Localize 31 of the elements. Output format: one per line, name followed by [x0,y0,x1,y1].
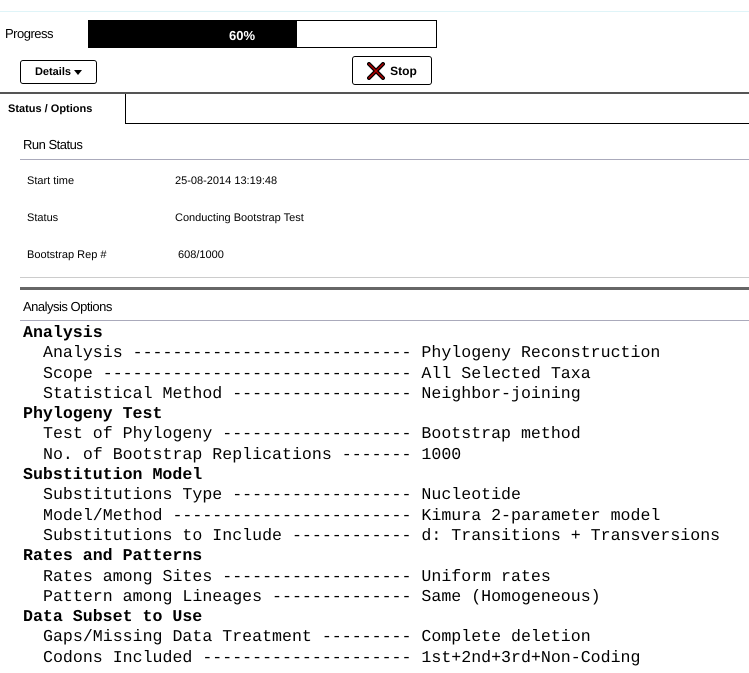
option-line: Codons Included --------------------- 1st+2nd+3rd+Non-Coding [42,648,640,668]
option-line: Test of Phylogeny ------------------- Bootstrap method [42,424,581,445]
status-label: Bootstrap Rep # [27,248,108,263]
status-label: Status [27,210,60,226]
caret-icon [74,70,82,74]
option-line: Rates among Sites ------------------- Uniform rates [42,566,551,587]
status-value: 25-08-2014 13:19:48 [175,174,278,189]
option-line: Statistical Method ------------------ Neighbor-joining [42,384,581,404]
group-heading: Rates and Patterns [23,546,202,567]
option-line: Pattern among Lineages -------------- Same (Homogeneous) [42,586,601,608]
option-line: Gaps/Missing Data Treatment --------- Complete deletion [42,627,591,648]
option-line: Substitutions Type ------------------ Nucleotide [42,485,521,506]
option-line: Substitutions to Include ------------ d: Transitions + Transversions [42,526,720,546]
status-value: 608/1000 [177,248,224,263]
close-icon [367,62,386,80]
progress-reading: 60% [229,27,256,45]
section-title: Run Status [23,137,82,152]
status-value: Conducting Bootstrap Test [175,210,304,226]
option-line: Model/Method ------------------------ Kimura 2-parameter model [42,506,660,526]
group-heading: Analysis [23,323,103,344]
details-button[interactable]: Details [20,60,97,84]
group-heading: Substitution Model [23,465,202,486]
section-title: Analysis Options [23,299,112,314]
group-heading: Phylogeny Test [23,404,162,424]
stop-button[interactable]: Stop [352,56,432,85]
status-label: Start time [27,174,76,189]
option-line: No. of Bootstrap Replications ------- 1000 [42,444,462,466]
progress-label: Progress [5,25,54,44]
option-line: Scope ------------------------------- All Selected Taxa [42,364,591,384]
group-heading: Data Subset to Use [23,607,202,628]
option-line: Analysis ---------------------------- Phylogeny Reconstruction [42,343,660,364]
